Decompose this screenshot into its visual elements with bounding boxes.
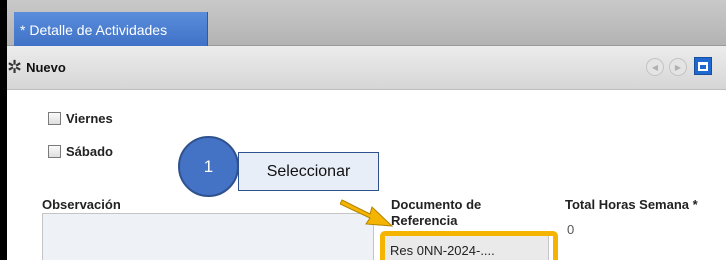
new-button-label: Nuevo (26, 59, 66, 75)
callout-step-number: 1 (178, 136, 239, 197)
friday-label: Viernes (66, 111, 113, 126)
arrow-left-circle-icon[interactable]: ◀ (646, 58, 664, 76)
title-bar: * Detalle de Actividades (7, 0, 726, 46)
window-frame (0, 0, 7, 260)
callout-arrow-icon (340, 199, 394, 227)
saturday-checkbox-row[interactable]: Sábado (48, 144, 113, 159)
new-button[interactable]: ✲ Nuevo (7, 57, 66, 77)
friday-checkbox[interactable] (48, 112, 61, 125)
total-hours-label: Total Horas Semana * (565, 197, 698, 212)
docref-label-line1: Documento de (391, 197, 482, 212)
friday-checkbox-row[interactable]: Viernes (48, 111, 113, 126)
callout-instruction: Seleccionar (238, 152, 379, 191)
maximize-icon[interactable] (694, 57, 712, 75)
observation-label: Observación (42, 197, 121, 212)
arrow-right-circle-icon[interactable]: ▶ (669, 58, 687, 76)
docref-label-line2: Referencia (391, 213, 458, 228)
docref-highlight (380, 231, 558, 260)
saturday-checkbox[interactable] (48, 145, 61, 158)
tab-detalle-actividades[interactable]: * Detalle de Actividades (14, 12, 208, 46)
asterisk-icon: ✲ (7, 57, 23, 77)
toolbar: ✲ Nuevo ◀ ▶ (7, 46, 726, 90)
saturday-label: Sábado (66, 144, 113, 159)
total-hours-value: 0 (567, 222, 575, 237)
observation-textarea[interactable] (42, 213, 374, 260)
